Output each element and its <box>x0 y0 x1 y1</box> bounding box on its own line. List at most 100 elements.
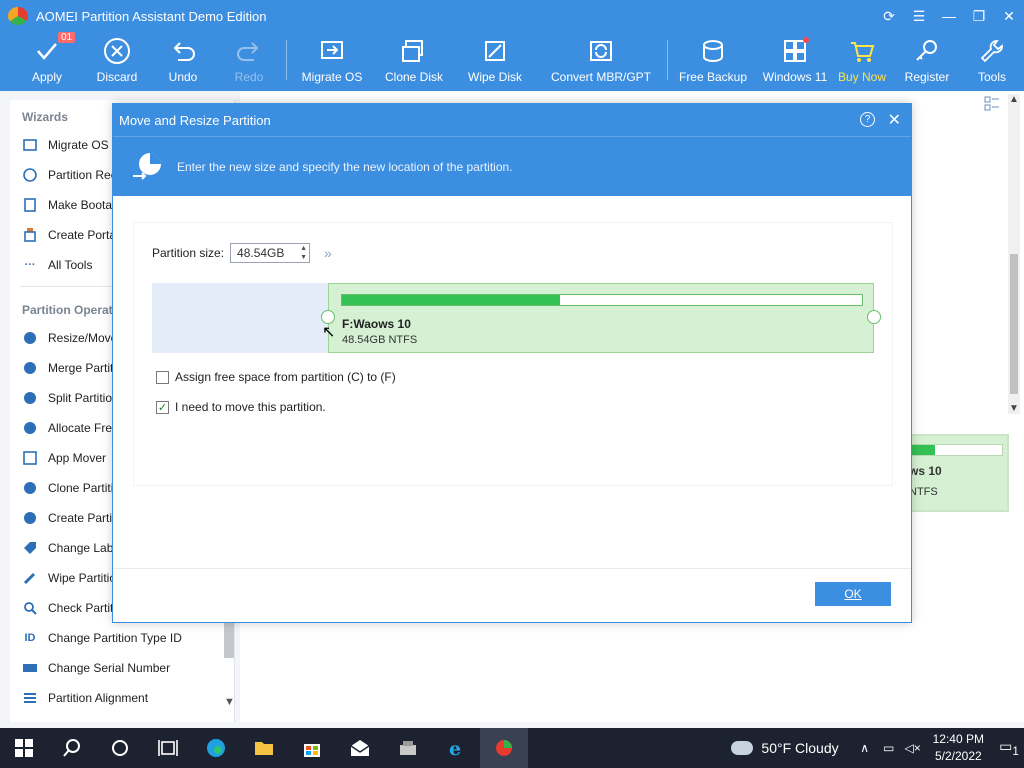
chevron-up-icon[interactable]: ∧ <box>856 741 874 755</box>
discard-button[interactable]: Discard <box>96 32 138 88</box>
expand-more-icon[interactable]: » <box>324 245 332 261</box>
windows-start-icon <box>15 739 33 757</box>
system-tray: 50°F Cloudy ∧ ▭ ◁× 12:40 PM 5/2/2022 ▭1 <box>731 728 1024 768</box>
allocate-icon <box>22 420 38 436</box>
merge-icon <box>22 360 38 376</box>
tools-button[interactable]: Tools <box>976 32 1008 88</box>
start-button[interactable] <box>0 728 48 768</box>
cortana-button[interactable] <box>96 728 144 768</box>
move-checkbox[interactable]: ✓ <box>156 400 169 414</box>
sidebar-item-change-type-id[interactable]: ID Change Partition Type ID <box>10 623 234 653</box>
move-partition-option[interactable]: ✓ I need to move this partition. <box>156 400 326 414</box>
menu-icon[interactable]: ☰ <box>904 0 934 32</box>
sidebar-item-label: Change Serial Number <box>48 661 171 675</box>
apply-label: Apply <box>31 70 63 84</box>
taskbar-mail[interactable] <box>336 728 384 768</box>
sidebar-item-label: Resize/Move <box>48 331 118 345</box>
minimize-button[interactable]: — <box>934 0 964 32</box>
undo-label: Undo <box>168 70 198 84</box>
serial-icon <box>22 660 38 676</box>
undo-button[interactable]: Undo <box>166 32 200 88</box>
background-partition-card[interactable]: ws 10 NTFS <box>905 434 1009 512</box>
partition-size-input[interactable]: 48.54GB ▲ ▼ <box>230 243 311 263</box>
taskbar-edge[interactable] <box>192 728 240 768</box>
toolbar: 01 Apply Discard Undo Redo Migrate OS Cl… <box>0 32 1024 88</box>
taskbar-file-explorer[interactable] <box>240 728 288 768</box>
close-window-button[interactable]: ✕ <box>994 0 1024 32</box>
partition-block[interactable]: F:Waows 10 48.54GB NTFS <box>328 283 874 353</box>
notification-icon: ▭ <box>999 738 1013 755</box>
partition-layout-track[interactable]: F:Waows 10 48.54GB NTFS <box>152 283 881 353</box>
task-view-button[interactable] <box>144 728 192 768</box>
redo-label: Redo <box>234 70 264 84</box>
dialog-title: Move and Resize Partition <box>119 112 271 128</box>
cloud-icon <box>731 741 754 755</box>
taskbar-app[interactable] <box>384 728 432 768</box>
convert-mbr-gpt-button[interactable]: Convert MBR/GPT <box>551 32 651 88</box>
sidebar-item-change-serial[interactable]: Change Serial Number <box>10 653 234 683</box>
dialog-close-button[interactable]: ✕ <box>888 110 901 130</box>
undo-icon <box>173 42 195 61</box>
spin-arrows[interactable]: ▲ ▼ <box>300 244 307 262</box>
scroll-down-arrow[interactable]: ▼ <box>1009 403 1019 414</box>
sidebar-scrollbar[interactable]: ▼ <box>222 620 234 708</box>
taskbar-store[interactable] <box>288 728 336 768</box>
taskbar-aomei[interactable] <box>480 728 528 768</box>
volume-icon[interactable]: ◁× <box>904 741 922 755</box>
apply-badge: 01 <box>58 32 76 43</box>
window-title: AOMEI Partition Assistant Demo Edition <box>36 8 267 24</box>
search-button[interactable] <box>48 728 96 768</box>
sidebar-item-label: Split Partition <box>48 391 119 405</box>
edge-icon <box>207 739 225 757</box>
weather-widget[interactable]: 50°F Cloudy <box>731 740 839 756</box>
sidebar-scrollbar-thumb[interactable] <box>224 620 234 658</box>
clone-disk-button[interactable]: Clone Disk <box>385 32 443 88</box>
banner-text: Enter the new size and specify the new l… <box>177 159 513 174</box>
scrollbar-thumb[interactable] <box>1010 254 1018 394</box>
cortana-icon <box>112 740 128 756</box>
tag-icon <box>22 540 38 556</box>
right-resize-handle[interactable] <box>867 310 881 324</box>
mail-icon <box>350 740 370 756</box>
help-icon[interactable]: ? <box>860 112 875 127</box>
discard-icon <box>104 38 130 64</box>
sidebar-item-label: Migrate OS to <box>48 138 123 152</box>
migrate-os-button[interactable]: Migrate OS <box>302 32 362 88</box>
view-toggle-icon[interactable] <box>984 96 1000 112</box>
disk-map-scrollbar[interactable]: ▲ ▼ <box>1008 94 1020 414</box>
wipe-disk-button[interactable]: Wipe Disk <box>468 32 522 88</box>
sidebar-item-label: Change Labe <box>48 541 121 555</box>
maximize-button[interactable]: ❐ <box>964 0 994 32</box>
free-backup-button[interactable]: Free Backup <box>679 32 747 88</box>
sidebar-item-label: Create Partiti <box>48 511 119 525</box>
windows11-button[interactable]: Windows 11 <box>763 32 827 88</box>
buy-now-label: Buy Now <box>837 70 887 84</box>
wrench-icon <box>980 40 1003 63</box>
scroll-down-arrow[interactable]: ▼ <box>224 696 234 708</box>
redo-button[interactable]: Redo <box>232 32 266 88</box>
assign-free-space-option[interactable]: Assign free space from partition (C) to … <box>156 370 396 384</box>
notification-button[interactable]: ▭1 <box>994 738 1024 758</box>
dialog-banner: Enter the new size and specify the new l… <box>113 136 911 196</box>
taskbar-ie[interactable]: e <box>432 728 480 768</box>
dialog-footer-divider <box>113 568 911 569</box>
background-partition-size: NTFS <box>909 486 938 498</box>
brush-icon <box>22 570 38 586</box>
network-icon[interactable]: ▭ <box>880 741 898 755</box>
scroll-up-arrow[interactable]: ▲ <box>1009 94 1019 105</box>
split-icon <box>22 390 38 406</box>
window-controls: ⟳ ☰ — ❐ ✕ <box>874 0 1024 32</box>
register-button[interactable]: Register <box>904 32 950 88</box>
taskbar: e 50°F Cloudy ∧ ▭ ◁× 12:40 PM 5/2/2022 ▭… <box>0 728 1024 768</box>
clock[interactable]: 12:40 PM 5/2/2022 <box>933 731 984 765</box>
sidebar-item-alignment[interactable]: Partition Alignment <box>10 683 234 713</box>
buy-now-button[interactable]: Buy Now <box>838 32 886 88</box>
assign-checkbox[interactable] <box>156 370 169 384</box>
sidebar-item-label: Change Partition Type ID <box>48 631 182 645</box>
refresh-icon[interactable]: ⟳ <box>874 0 904 32</box>
migrate-os-icon <box>321 41 343 59</box>
svg-text:e: e <box>449 738 461 759</box>
folder-icon <box>255 742 273 755</box>
ok-button[interactable]: OK <box>815 582 891 606</box>
apply-button[interactable]: 01 Apply <box>30 32 76 88</box>
